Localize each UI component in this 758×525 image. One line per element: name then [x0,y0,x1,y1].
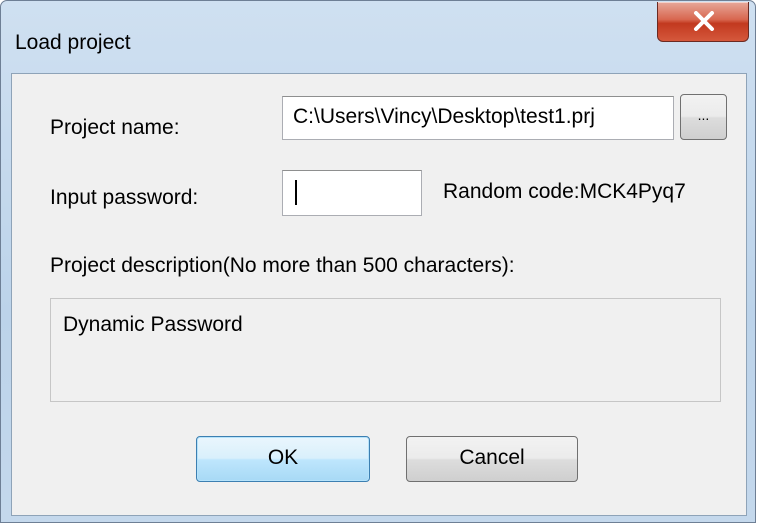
browse-button[interactable]: ... [680,94,727,140]
description-value: Dynamic Password [63,313,243,336]
window-title: Load project [15,31,131,54]
description-textarea[interactable]: Dynamic Password [50,298,721,402]
close-icon [694,11,714,31]
random-code-text: Random code:MCK4Pyq7 [443,180,686,203]
cancel-button[interactable]: Cancel [406,436,578,482]
description-label: Project description(No more than 500 cha… [50,254,515,277]
ok-button[interactable]: OK [196,436,370,482]
dialog-body: Project name: C:\Users\Vincy\Desktop\tes… [11,73,747,516]
close-button[interactable] [657,2,749,42]
project-name-field[interactable]: C:\Users\Vincy\Desktop\test1.prj [282,96,674,140]
load-project-dialog: Load project Project name: C:\Users\Vinc… [0,0,756,523]
password-label: Input password: [50,186,199,209]
text-caret [295,180,297,205]
password-input[interactable] [282,170,422,216]
project-name-label: Project name: [50,116,180,139]
